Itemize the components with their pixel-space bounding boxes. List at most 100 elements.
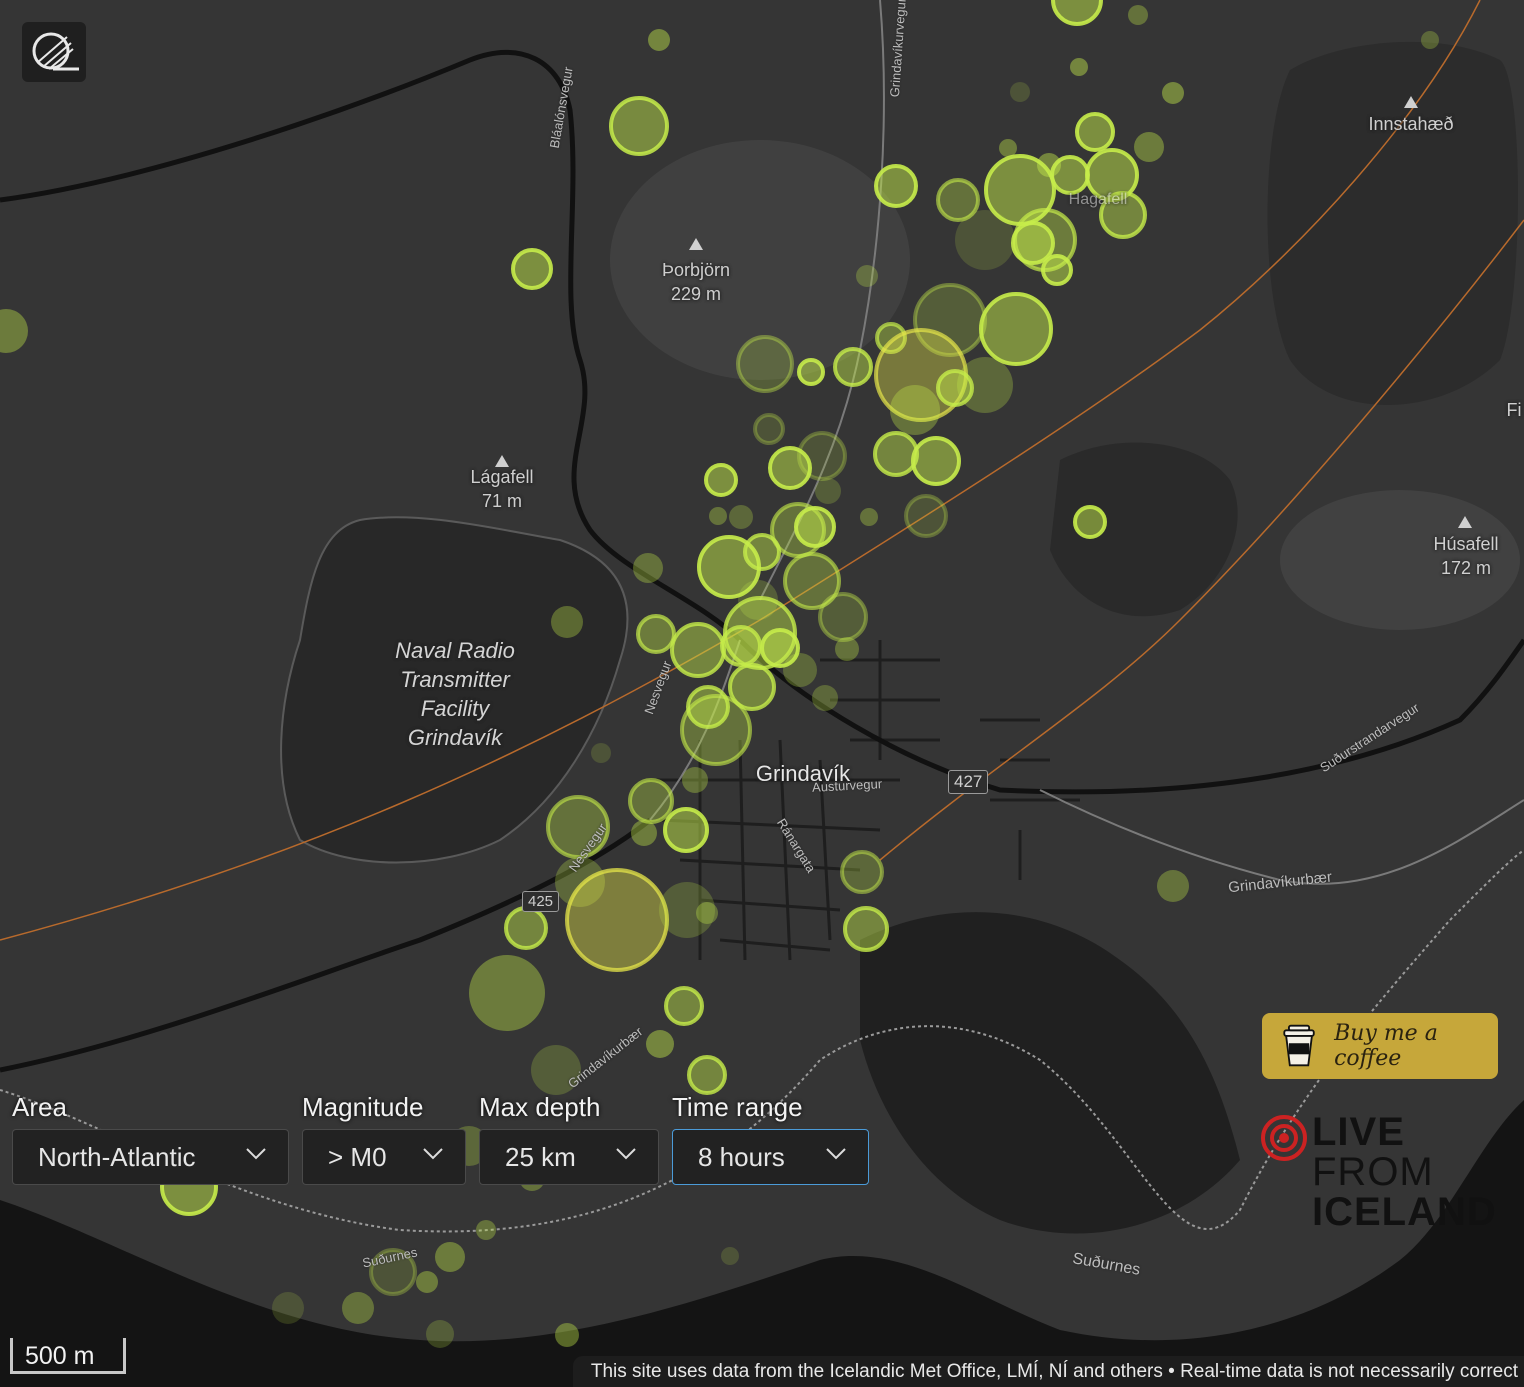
- earthquake-marker[interactable]: [636, 614, 676, 654]
- earthquake-marker[interactable]: [476, 1220, 496, 1240]
- earthquake-marker[interactable]: [1421, 31, 1439, 49]
- earthquake-marker[interactable]: [833, 347, 873, 387]
- earthquake-marker[interactable]: [815, 478, 841, 504]
- earthquake-marker[interactable]: [663, 807, 709, 853]
- earthquake-marker[interactable]: [999, 139, 1017, 157]
- earthquake-marker[interactable]: [1037, 153, 1061, 177]
- place-label-lagafell: Lágafell 71 m: [470, 467, 534, 511]
- earthquake-marker[interactable]: [840, 850, 884, 894]
- magnitude-label: Magnitude: [302, 1092, 424, 1122]
- attribution-bar: This site uses data from the Icelandic M…: [572, 1356, 1524, 1387]
- earthquake-marker[interactable]: [890, 385, 940, 435]
- earthquake-marker[interactable]: [729, 505, 753, 529]
- earthquake-marker[interactable]: [551, 606, 583, 638]
- earthquake-marker[interactable]: [680, 694, 752, 766]
- depth-value: 25 km: [505, 1141, 576, 1172]
- earthquake-marker[interactable]: [631, 820, 657, 846]
- earthquake-marker[interactable]: [682, 767, 708, 793]
- buy-me-a-coffee-button[interactable]: Buy me a coffee: [1262, 1013, 1498, 1079]
- place-label-partial-fi: Fi: [1506, 400, 1522, 420]
- area-select[interactable]: North-Atlantic: [12, 1129, 289, 1185]
- road-shield-425: 425: [522, 891, 560, 912]
- earthquake-marker[interactable]: [1157, 870, 1189, 902]
- earthquake-marker[interactable]: [818, 592, 868, 642]
- earthquake-marker[interactable]: [664, 986, 704, 1026]
- earthquake-marker[interactable]: [911, 436, 961, 486]
- earthquake-marker[interactable]: [1162, 82, 1184, 104]
- scale-label: 500 m: [25, 1342, 95, 1370]
- depth-label: Max depth: [479, 1092, 601, 1122]
- earthquake-marker[interactable]: [0, 309, 28, 353]
- earthquake-marker[interactable]: [856, 265, 878, 287]
- time-range-value: 8 hours: [698, 1141, 785, 1172]
- earthquake-marker[interactable]: [1010, 82, 1030, 102]
- earthquake-marker[interactable]: [628, 778, 674, 824]
- depth-select[interactable]: 25 km: [479, 1129, 659, 1185]
- earthquake-marker[interactable]: [704, 463, 738, 497]
- earthquake-marker[interactable]: [794, 506, 836, 548]
- earthquake-marker[interactable]: [843, 906, 889, 952]
- earthquake-marker[interactable]: [736, 335, 794, 393]
- earthquake-marker[interactable]: [955, 210, 1015, 270]
- earthquake-marker[interactable]: [435, 1242, 465, 1272]
- earthquake-marker[interactable]: [342, 1292, 374, 1324]
- earthquake-marker[interactable]: [555, 1323, 579, 1347]
- magnitude-value: > M0: [328, 1141, 387, 1172]
- magnitude-select[interactable]: > M0: [302, 1129, 466, 1185]
- earthquake-marker[interactable]: [609, 96, 669, 156]
- earthquake-marker[interactable]: [874, 164, 918, 208]
- earthquake-marker[interactable]: [979, 292, 1053, 366]
- earthquake-marker[interactable]: [721, 1247, 739, 1265]
- earthquake-marker[interactable]: [416, 1271, 438, 1293]
- earthquake-marker[interactable]: [1041, 254, 1073, 286]
- earthquake-marker[interactable]: [797, 358, 825, 386]
- earthquake-marker[interactable]: [272, 1292, 304, 1324]
- earthquake-marker[interactable]: [1128, 5, 1148, 25]
- earthquake-marker[interactable]: [670, 622, 726, 678]
- earthquake-marker[interactable]: [812, 685, 838, 711]
- earthquake-marker[interactable]: [709, 507, 727, 525]
- earthquake-marker[interactable]: [511, 248, 553, 290]
- earthquake-marker[interactable]: [633, 553, 663, 583]
- place-label-husafell: Húsafell 172 m: [1433, 534, 1499, 578]
- lava-field-area: [1267, 41, 1518, 406]
- earthquake-marker[interactable]: [591, 743, 611, 763]
- earthquake-marker[interactable]: [1011, 221, 1055, 265]
- earthquake-marker[interactable]: [860, 508, 878, 526]
- earthquake-marker[interactable]: [648, 29, 670, 51]
- bay-area: [860, 912, 1240, 1234]
- earthquake-marker[interactable]: [646, 1030, 674, 1058]
- earthquake-marker[interactable]: [753, 413, 785, 445]
- earthquake-marker[interactable]: [469, 955, 545, 1031]
- earthquake-marker[interactable]: [873, 431, 919, 477]
- chevron-down-icon: [616, 1148, 636, 1160]
- chevron-down-icon: [423, 1148, 443, 1160]
- earthquake-marker[interactable]: [1051, 0, 1103, 26]
- earthquake-marker[interactable]: [1070, 58, 1088, 76]
- coffee-cup-icon: [1283, 1024, 1315, 1067]
- app-logo-button[interactable]: [22, 22, 86, 82]
- area-label: Area: [12, 1092, 67, 1122]
- earthquake-marker[interactable]: [1134, 132, 1164, 162]
- earthquake-marker[interactable]: [904, 494, 948, 538]
- earthquake-marker[interactable]: [1073, 505, 1107, 539]
- chevron-down-icon: [826, 1148, 846, 1160]
- logo-icon: [32, 32, 79, 71]
- earthquake-marker[interactable]: [783, 653, 817, 687]
- time-range-label: Time range: [672, 1092, 803, 1122]
- time-range-select[interactable]: 8 hours: [672, 1129, 869, 1185]
- place-label-thorbjorn: Þorbjörn 229 m: [661, 260, 731, 304]
- earthquake-marker[interactable]: [696, 902, 718, 924]
- earthquake-marker[interactable]: [504, 906, 548, 950]
- coffee-button-label: Buy me a coffee: [1334, 1021, 1438, 1071]
- earthquake-marker[interactable]: [835, 637, 859, 661]
- area-value: North-Atlantic: [38, 1141, 196, 1172]
- earthquake-marker[interactable]: [565, 868, 669, 972]
- earthquake-marker[interactable]: [720, 625, 762, 667]
- earthquake-marker[interactable]: [426, 1320, 454, 1348]
- earthquake-marker[interactable]: [687, 1055, 727, 1095]
- earthquake-marker[interactable]: [1075, 112, 1115, 152]
- earthquake-marker[interactable]: [768, 446, 812, 490]
- earthquake-marker[interactable]: [957, 357, 1013, 413]
- brand-wordmark: LIVE FROM ICELAND: [1312, 1110, 1497, 1234]
